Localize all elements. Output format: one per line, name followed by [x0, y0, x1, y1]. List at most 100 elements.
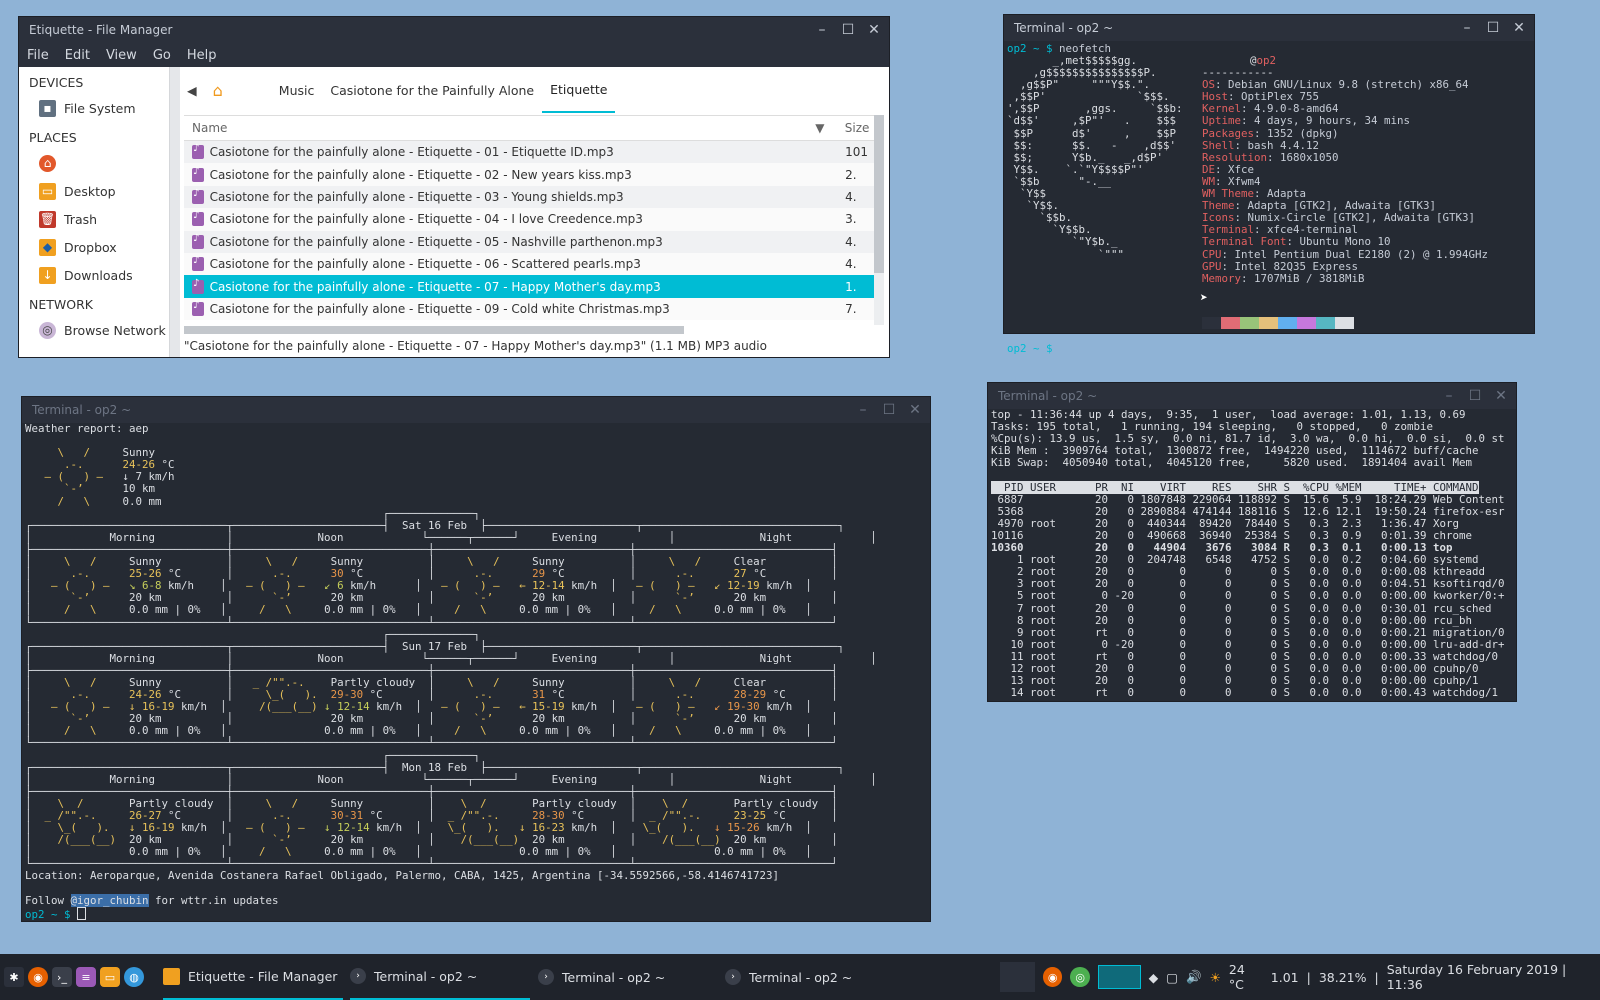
minimize-icon[interactable]: –	[856, 402, 870, 418]
maximize-icon[interactable]: ☐	[1486, 20, 1500, 36]
sidebar-item-browse-network[interactable]: ◎ Browse Network	[19, 316, 169, 344]
close-icon[interactable]: ✕	[908, 402, 922, 418]
file-row-selected[interactable]: Casiotone for the painfully alone - Etiq…	[184, 275, 874, 298]
file-name: Casiotone for the painfully alone - Etiq…	[209, 301, 670, 316]
file-size: 7.	[845, 301, 857, 316]
text-cursor	[77, 906, 87, 920]
sidebar-item-file-system[interactable]: ▪ File System	[19, 94, 169, 122]
audio-file-icon	[192, 188, 204, 204]
notification-icon[interactable]: ▢	[1166, 970, 1178, 985]
file-row[interactable]: Casiotone for the painfully alone - Etiq…	[184, 252, 874, 276]
column-name[interactable]: Name	[184, 121, 815, 135]
files-icon[interactable]: ▭	[100, 967, 120, 987]
maximize-icon[interactable]: ☐	[1468, 388, 1482, 404]
fm-sidebar: DEVICES ▪ File System PLACES ⌂ ▭ Desktop…	[19, 67, 169, 357]
color-swatch	[1202, 317, 1221, 329]
firefox-tray-icon[interactable]: ◉	[1042, 967, 1063, 987]
menu-edit[interactable]: Edit	[65, 48, 90, 63]
app-menu-icon[interactable]: ✱	[4, 967, 24, 987]
task-label: Terminal - op2 ~	[749, 969, 853, 985]
file-row[interactable]: Casiotone for the painfully alone - Etiq…	[184, 163, 874, 186]
scrollbar-thumb[interactable]	[874, 115, 884, 273]
vertical-scrollbar[interactable]	[874, 115, 884, 325]
horizontal-scrollbar[interactable]	[184, 326, 684, 334]
task-terminal-2[interactable]: › Terminal - op2 ~	[538, 954, 718, 1000]
audio-file-icon	[192, 278, 204, 294]
sidebar-item-desktop[interactable]: ▭ Desktop	[19, 177, 169, 205]
fm-titlebar[interactable]: Etiquette - File Manager – ☐ ✕	[19, 17, 889, 43]
chrome-tray-icon[interactable]: ◎	[1070, 967, 1090, 987]
breadcrumb-album[interactable]: Etiquette	[542, 67, 616, 113]
terminal-icon[interactable]: ›_	[52, 967, 72, 987]
folder-icon	[163, 967, 180, 985]
sort-chevron-down-icon[interactable]: ▼	[815, 121, 834, 135]
terminal-titlebar[interactable]: Terminal - op2 ~ – ☐ ✕	[1004, 15, 1534, 41]
task-file-manager[interactable]: Etiquette - File Manager	[163, 954, 343, 1000]
terminal-title: Terminal - op2 ~	[998, 389, 1098, 403]
column-size[interactable]: Size	[835, 121, 874, 135]
sidebar-item-label: Trash	[64, 211, 98, 227]
sidebar-item-home[interactable]: ⌂	[19, 149, 169, 177]
maximize-icon[interactable]: ☐	[882, 402, 896, 418]
memory-usage: 38.21%	[1318, 969, 1367, 985]
clock[interactable]: Saturday 16 February 2019 | 11:36	[1387, 962, 1600, 992]
task-terminal-3[interactable]: › Terminal - op2 ~	[725, 954, 905, 1000]
file-row[interactable]: Casiotone for the painfully alone - Etiq…	[184, 185, 874, 209]
file-size: 3.	[845, 212, 857, 227]
sidebar-item-trash[interactable]: 🗑 Trash	[19, 205, 169, 233]
file-row[interactable]: Casiotone for the painfully alone - Etiq…	[184, 297, 874, 321]
column-header: Name ▼ Size	[184, 115, 874, 141]
weather-report: Weather report: aep \ / Sunny .-. 24-26 …	[25, 422, 877, 921]
file-name: Casiotone for the painfully alone - Etiq…	[209, 257, 641, 272]
volume-icon[interactable]: 🔊	[1186, 969, 1202, 985]
minimize-icon[interactable]: –	[1460, 20, 1474, 36]
sidebar-section-places: PLACES	[29, 130, 77, 145]
firefox-icon[interactable]: ◉	[28, 967, 48, 987]
maximize-icon[interactable]: ☐	[841, 22, 855, 38]
minimize-icon[interactable]: –	[1442, 388, 1456, 404]
color-swatch	[1297, 317, 1316, 329]
terminal-output[interactable]: op2 ~ $ neofetch _,met$$$$$gg. ,g$$$$$$$…	[1004, 41, 1534, 354]
close-icon[interactable]: ✕	[1512, 20, 1526, 36]
network-icon: ◎	[39, 321, 56, 339]
color-swatch	[1259, 317, 1278, 329]
menu-go[interactable]: Go	[153, 48, 171, 63]
close-icon[interactable]: ✕	[867, 22, 881, 38]
terminal-titlebar[interactable]: Terminal - op2 ~ – ☐ ✕	[988, 383, 1516, 409]
menu-help[interactable]: Help	[187, 48, 217, 63]
info-row: Memory: 1707MiB / 3818MiB	[1202, 271, 1365, 285]
file-row[interactable]: Casiotone for the painfully alone - Etiq…	[184, 230, 874, 253]
text-editor-icon[interactable]: ≡	[76, 967, 96, 987]
sidebar-item-label: Dropbox	[64, 239, 117, 255]
breadcrumb-music[interactable]: Music	[271, 67, 323, 113]
close-icon[interactable]: ✕	[1494, 388, 1508, 404]
terminal-titlebar[interactable]: Terminal - op2 ~ – ☐ ✕	[22, 397, 930, 423]
breadcrumb-artist[interactable]: Casiotone for the Painfully Alone	[322, 67, 542, 113]
terminal-output[interactable]: top - 11:36:44 up 4 days, 9:35, 1 user, …	[988, 408, 1516, 699]
weather-temp[interactable]: 24 °C	[1229, 962, 1263, 992]
terminal-neofetch-window: Terminal - op2 ~ – ☐ ✕ op2 ~ $ neofetch …	[1004, 15, 1534, 355]
file-row[interactable]: Casiotone for the painfully alone - Etiq…	[184, 141, 874, 164]
separator: |	[1374, 969, 1379, 985]
sidebar-item-dropbox[interactable]: ◆ Dropbox	[19, 233, 169, 261]
menu-view[interactable]: View	[106, 48, 137, 63]
sidebar-item-downloads[interactable]: ↓ Downloads	[19, 261, 169, 289]
dropbox-icon[interactable]: ◆	[1149, 970, 1159, 985]
web-browser-icon[interactable]: ◍	[124, 967, 144, 987]
task-terminal-1[interactable]: › Terminal - op2 ~	[350, 954, 530, 1000]
terminal-title: Terminal - op2 ~	[32, 403, 132, 417]
file-row[interactable]: Casiotone for the painfully alone - Etiq…	[184, 208, 874, 231]
home-icon: ⌂	[39, 154, 56, 172]
terminal-output[interactable]: Weather report: aep \ / Sunny .-. 24-26 …	[22, 422, 930, 921]
cpu-graph-icon[interactable]	[1097, 965, 1141, 989]
menu-file[interactable]: File	[27, 48, 49, 63]
home-icon[interactable]: ⌂	[205, 67, 231, 113]
downloads-folder-icon: ↓	[39, 266, 56, 284]
file-manager-window: Etiquette - File Manager – ☐ ✕ File Edit…	[19, 17, 889, 357]
workspace-switcher[interactable]	[1000, 962, 1035, 992]
minimize-icon[interactable]: –	[815, 22, 829, 38]
back-arrow-icon[interactable]: ◀	[179, 67, 205, 113]
launchers: ✱ ◉ ›_ ≡ ▭ ◍	[0, 954, 144, 1000]
user-host: @op2	[1250, 54, 1277, 67]
system-info: @op2 ----------- OS: Debian GNU/Linux 9.8 …	[1202, 54, 1488, 285]
